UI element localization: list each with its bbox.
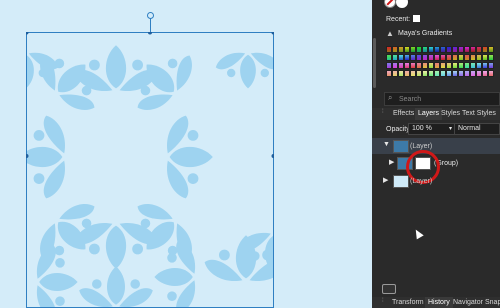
layer-name: (Layer) [410, 178, 433, 185]
swatch[interactable] [488, 70, 494, 77]
stroke-color-well[interactable] [384, 0, 396, 8]
expand-arrow-icon[interactable]: ▶ [383, 176, 388, 184]
recent-swatch[interactable] [413, 15, 420, 22]
layer-thumbnail [393, 175, 409, 188]
layer-row[interactable]: ▼ (Layer) [372, 138, 500, 154]
blend-mode-value: Normal [458, 125, 481, 132]
artboard[interactable] [26, 32, 274, 308]
document-canvas[interactable] [0, 0, 372, 308]
layer-row[interactable]: ▶ (Layer) [372, 173, 500, 189]
mouse-cursor-icon [412, 227, 424, 240]
search-icon: ⌕ [388, 93, 393, 102]
opacity-value: 100 % [412, 125, 432, 132]
tab-snap[interactable]: Snap [482, 297, 500, 308]
swatch[interactable] [488, 62, 494, 69]
search-field[interactable]: ⌕ Search [384, 92, 500, 106]
fill-color-well[interactable] [396, 0, 408, 8]
layer-thumbnail [393, 140, 409, 153]
palette-name: Maya's Gradients [398, 30, 453, 37]
tab-transform[interactable]: Transform [389, 297, 427, 308]
color-wells[interactable] [384, 0, 414, 8]
blend-mode-select[interactable]: Normal [454, 123, 500, 135]
tab-history[interactable]: History [425, 297, 453, 308]
gradient-swatch-grid[interactable] [386, 46, 500, 77]
palette-icon: ▲ [386, 29, 394, 38]
layers-stack-icon[interactable] [382, 284, 396, 294]
tab-text-styles[interactable]: Text Styles [459, 108, 499, 120]
tab-bar-grip-icon: ⁞ [382, 109, 384, 115]
recent-label: Recent: [386, 16, 411, 23]
layers-tab-bar: ⁞ Effects Layers Styles Text Styles [372, 108, 500, 120]
opacity-field[interactable]: 100 % ▾ [408, 123, 456, 135]
rotation-handle-stem [150, 18, 151, 32]
swatch[interactable] [488, 46, 494, 53]
swatch[interactable] [488, 54, 494, 61]
expand-arrow-icon[interactable]: ▶ [389, 158, 394, 166]
palette-selector[interactable]: ▲ Maya's Gradients [384, 28, 492, 39]
tab-bar-grip-icon: ⁞ [382, 298, 384, 304]
tab-effects[interactable]: Effects [390, 108, 417, 120]
bottom-tab-bar: ⁞ Transform History Navigator Snap [372, 297, 500, 308]
panel-scrollbar[interactable] [373, 38, 376, 88]
chevron-down-icon: ▾ [448, 126, 452, 132]
tab-navigator[interactable]: Navigator [450, 297, 486, 308]
search-placeholder: Search [399, 96, 422, 103]
expand-arrow-icon[interactable]: ▼ [383, 141, 390, 148]
studio-panel: Recent: ▲ Maya's Gradients ⌕ Search ⁞ Ef… [372, 0, 500, 308]
